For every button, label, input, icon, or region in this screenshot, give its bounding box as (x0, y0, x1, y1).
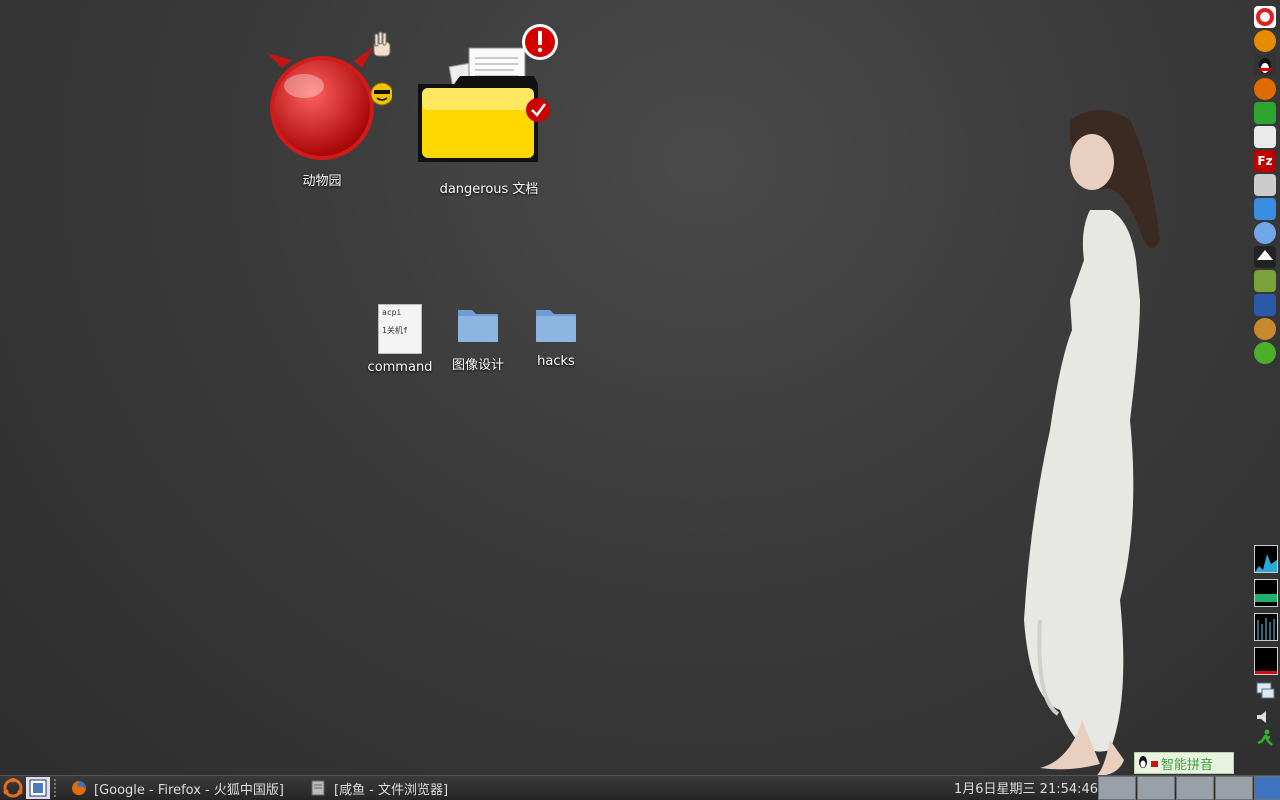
desktop-icon-label: dangerous 文档 (439, 182, 539, 197)
taskbar-window-title: [Google - Firefox - 火狐中国版] (94, 782, 284, 798)
taskbar-window-file-browser[interactable]: [咸鱼 - 文件浏览器] (310, 777, 530, 799)
folder-icon (536, 310, 576, 342)
globe-icon[interactable] (1254, 222, 1276, 244)
warning-folder-icon (418, 24, 558, 162)
virtualbox-cube-icon[interactable] (1254, 294, 1276, 316)
inkscape-icon[interactable] (1254, 246, 1276, 268)
cpu-monitor-graph[interactable] (1254, 545, 1278, 573)
wallpaper-figure (1024, 110, 1160, 776)
ubuntu-menu-icon[interactable] (0, 777, 26, 799)
system-monitors (1254, 545, 1278, 749)
green-apple-icon[interactable] (1254, 342, 1276, 364)
firefox-icon (72, 781, 86, 796)
qq-penguin-icon[interactable] (1254, 54, 1276, 76)
desktop-icon-hacks[interactable]: hacks (520, 304, 592, 369)
running-man-icon[interactable] (1254, 729, 1276, 749)
desktop-icon-label: hacks (537, 354, 575, 369)
text-file-icon: acpi 1关机f (378, 304, 422, 354)
folder-icon (458, 310, 498, 342)
basketball-icon[interactable] (1254, 78, 1276, 100)
penguin-lock-icon (1135, 755, 1161, 772)
desktop-icon-dangerous-docs[interactable]: dangerous 文档 (414, 22, 564, 197)
workspace-4[interactable] (1215, 776, 1253, 800)
desktop-icon-label: 动物园 (302, 174, 342, 189)
devil-ball-icon (267, 31, 394, 160)
workspace-2[interactable] (1137, 776, 1175, 800)
right-dock: Fz (1254, 4, 1278, 364)
trash-icon[interactable] (1254, 776, 1280, 800)
file-preview-line: acpi (382, 308, 402, 317)
disk-monitor-graph[interactable] (1254, 647, 1278, 675)
desktop-icon-zoo[interactable]: 动物园 (262, 28, 394, 189)
file-manager-icon (311, 780, 325, 796)
workspace-pager (1098, 776, 1280, 800)
ime-indicator[interactable]: 智能拼音 (1134, 752, 1234, 774)
desktop-icon-label: command (367, 360, 433, 375)
help-lifebuoy-icon[interactable] (1254, 6, 1276, 28)
desktop-icon-command[interactable]: acpi 1关机f command (364, 304, 436, 375)
clock[interactable]: 1月6日星期三 21:54:46 (954, 778, 1098, 797)
desktop-icon-image-design[interactable]: 图像设计 (442, 304, 514, 373)
snail-icon[interactable] (1254, 30, 1276, 52)
volume-icon[interactable] (1254, 707, 1276, 727)
workspace-1[interactable] (1098, 776, 1136, 800)
ime-label: 智能拼音 (1161, 757, 1214, 773)
taskbar-window-firefox[interactable]: [Google - Firefox - 火狐中国版] (70, 777, 304, 799)
file-preview-line: 1关机f (382, 326, 408, 335)
filezilla-letter: Fz (1257, 154, 1273, 168)
book-icon[interactable] (1254, 270, 1276, 292)
ipod-icon[interactable] (1254, 174, 1276, 196)
show-desktop-icon[interactable] (26, 777, 50, 799)
desktop-icon-label: 图像设计 (451, 358, 504, 373)
network-monitor-graph[interactable] (1254, 613, 1278, 641)
filezilla-icon[interactable]: Fz (1254, 150, 1276, 172)
puzzle-upload-icon[interactable] (1254, 198, 1276, 220)
taskbar-separator (54, 779, 62, 797)
network-connection-icon[interactable] (1254, 681, 1276, 701)
memory-monitor-graph[interactable] (1254, 579, 1278, 607)
green-app-icon[interactable] (1254, 102, 1276, 124)
figure-app-icon[interactable] (1254, 318, 1276, 340)
taskbar-window-title: [咸鱼 - 文件浏览器] (334, 782, 449, 798)
workspace-3[interactable] (1176, 776, 1214, 800)
network-app-icon[interactable] (1254, 126, 1276, 148)
